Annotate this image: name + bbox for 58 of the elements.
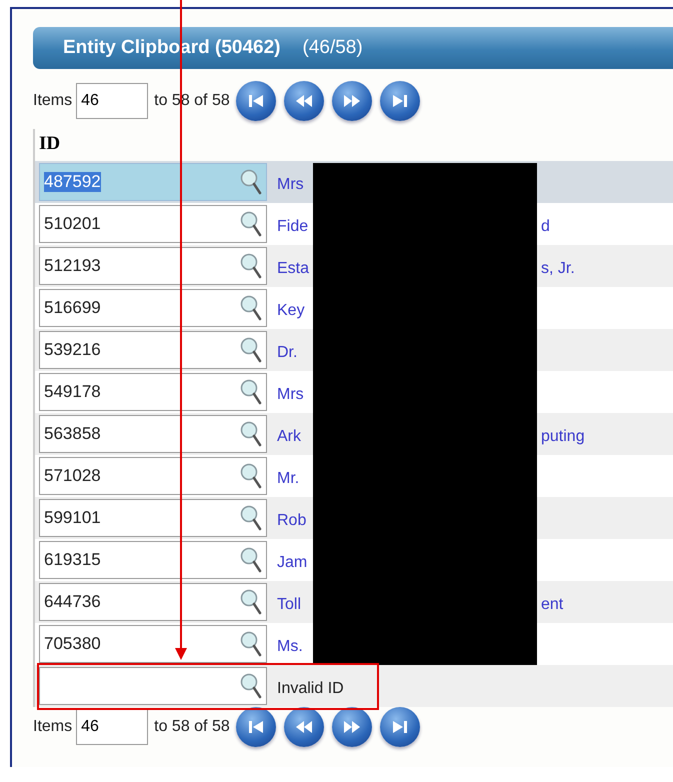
name-link[interactable]: Jam xyxy=(277,554,312,572)
search-icon[interactable] xyxy=(240,673,262,699)
name-link[interactable]: puting xyxy=(541,428,585,446)
id-field[interactable]: 563858 xyxy=(39,415,267,453)
id-field[interactable]: 516699 xyxy=(39,289,267,327)
search-icon[interactable] xyxy=(240,505,262,531)
id-field[interactable]: 705380 xyxy=(39,625,267,663)
start-item-field[interactable]: 46 xyxy=(76,709,148,745)
name-link[interactable]: Toll xyxy=(277,596,312,614)
id-field[interactable]: 512193 xyxy=(39,247,267,285)
search-icon[interactable] xyxy=(240,421,262,447)
id-field[interactable]: 549178 xyxy=(39,373,267,411)
last-page-button[interactable] xyxy=(380,707,420,747)
id-field[interactable]: 599101 xyxy=(39,499,267,537)
name-link[interactable]: Ms. xyxy=(277,638,312,656)
prev-page-button[interactable] xyxy=(284,707,324,747)
search-icon[interactable] xyxy=(240,211,262,237)
name-link[interactable]: s, Jr. xyxy=(541,260,575,278)
search-icon[interactable] xyxy=(240,253,262,279)
name-link[interactable]: Esta xyxy=(277,260,312,278)
next-page-button[interactable] xyxy=(332,81,372,121)
search-icon[interactable] xyxy=(240,547,262,573)
items-label: Items xyxy=(33,718,72,736)
error-message: Invalid ID xyxy=(277,680,344,698)
prev-page-button[interactable] xyxy=(284,81,324,121)
name-link[interactable]: ent xyxy=(541,596,564,614)
search-icon[interactable] xyxy=(240,379,262,405)
name-link[interactable]: d xyxy=(541,218,550,236)
search-icon[interactable] xyxy=(240,337,262,363)
name-link[interactable]: Fide xyxy=(277,218,312,236)
name-link[interactable]: Ark xyxy=(277,428,312,446)
name-link[interactable]: Mr. xyxy=(277,470,312,488)
id-field[interactable] xyxy=(39,667,267,705)
id-field[interactable]: 539216 xyxy=(39,331,267,369)
search-icon[interactable] xyxy=(240,589,262,615)
last-page-button[interactable] xyxy=(380,81,420,121)
search-icon[interactable] xyxy=(240,295,262,321)
items-label: Items xyxy=(33,92,72,110)
search-icon[interactable] xyxy=(240,463,262,489)
first-page-button[interactable] xyxy=(236,707,276,747)
first-page-button[interactable] xyxy=(236,81,276,121)
item-count: (46/58) xyxy=(302,37,363,59)
id-field[interactable]: 619315 xyxy=(39,541,267,579)
name-link[interactable]: Key xyxy=(277,302,312,320)
next-page-button[interactable] xyxy=(332,707,372,747)
name-link[interactable]: Dr. xyxy=(277,344,312,362)
start-item-field[interactable]: 46 xyxy=(76,83,148,119)
column-header: ID xyxy=(38,132,62,156)
search-icon[interactable] xyxy=(240,631,262,657)
name-link[interactable]: Mrs xyxy=(277,176,312,194)
id-field[interactable]: 487592 xyxy=(39,163,267,201)
range-text: to 58 of 58 xyxy=(154,718,230,736)
id-field[interactable]: 644736 xyxy=(39,583,267,621)
id-field[interactable]: 510201 xyxy=(39,205,267,243)
search-icon[interactable] xyxy=(240,169,262,195)
id-field[interactable]: 571028 xyxy=(39,457,267,495)
name-link[interactable]: Mrs xyxy=(277,386,312,404)
name-link[interactable]: Rob xyxy=(277,512,312,530)
